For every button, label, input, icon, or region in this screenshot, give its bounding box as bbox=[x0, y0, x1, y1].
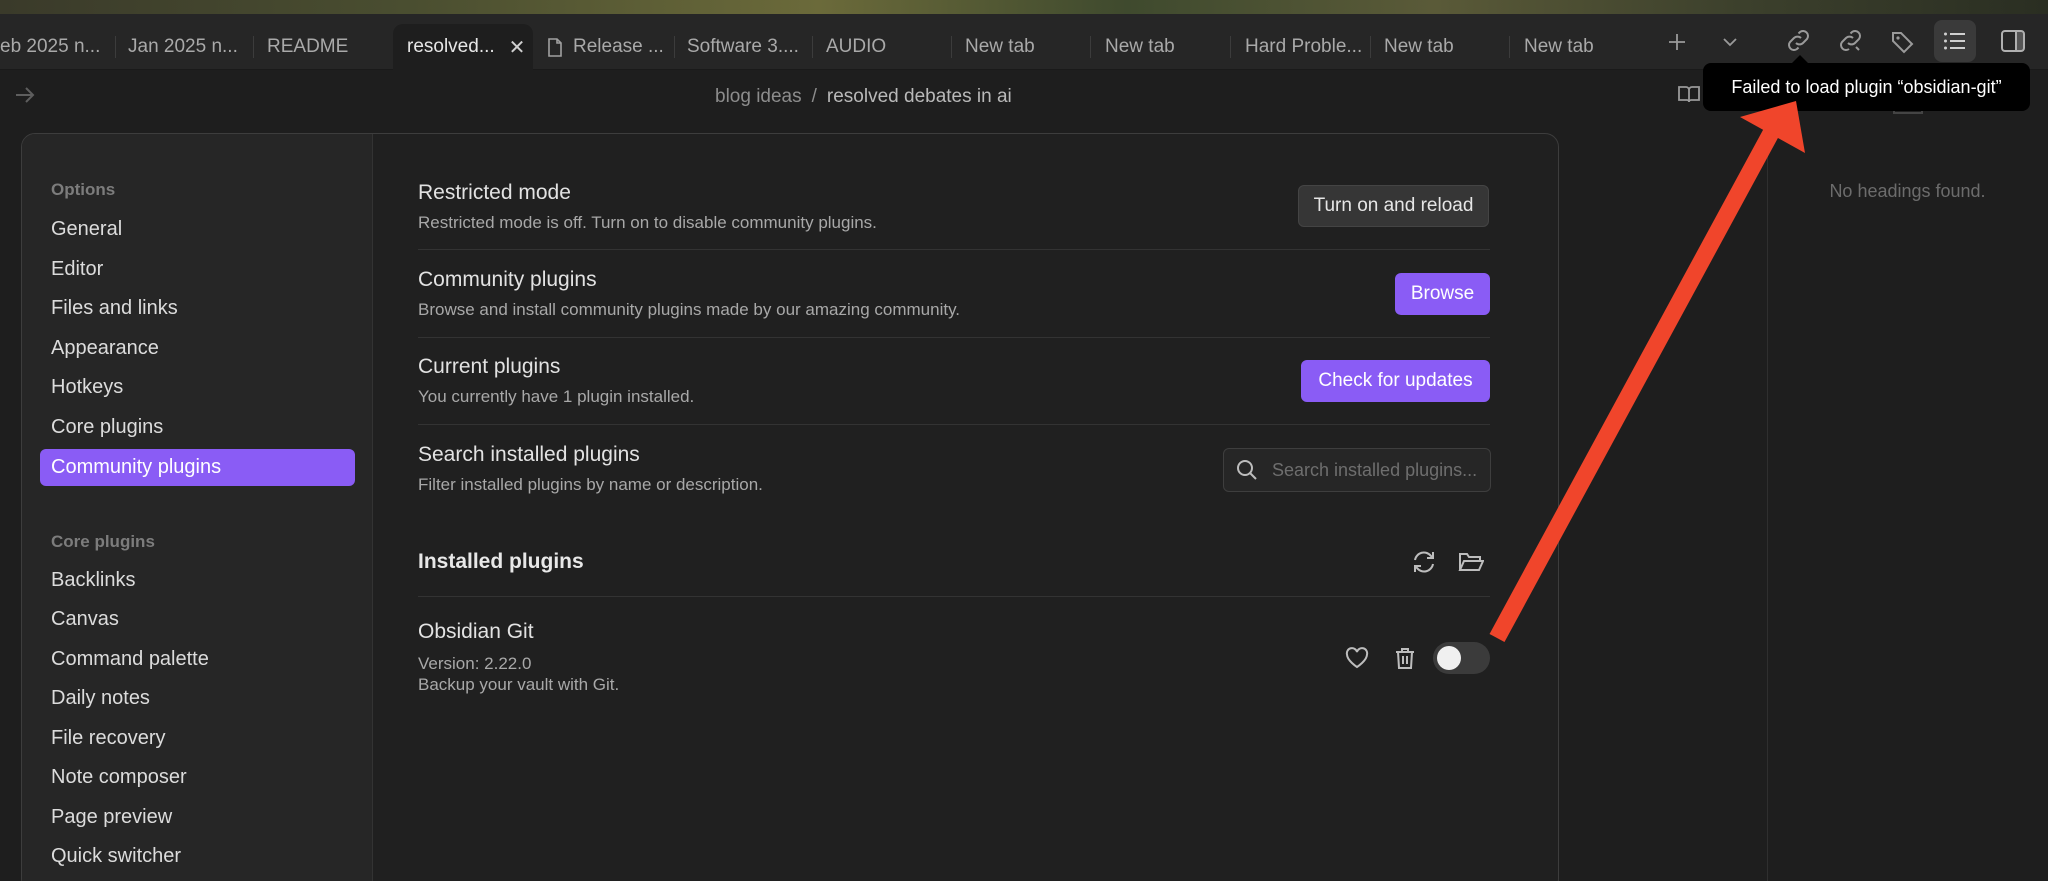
setting-name: Current plugins bbox=[418, 355, 561, 378]
tab-label: AUDIO bbox=[826, 36, 887, 57]
sidebar-item-hotkeys[interactable]: Hotkeys bbox=[40, 369, 355, 406]
tab-label: eb 2025 n... bbox=[0, 36, 101, 57]
tab-label: New tab bbox=[1524, 36, 1594, 57]
setting-community-plugins: Community plugins Browse and install com… bbox=[418, 267, 1490, 338]
tab-label: Software 3.... bbox=[687, 36, 799, 57]
sidebar-item-backlinks[interactable]: Backlinks bbox=[40, 562, 355, 599]
sidebar-toggle-icon[interactable] bbox=[1992, 20, 2034, 62]
setting-name: Community plugins bbox=[418, 268, 597, 291]
breadcrumb: blog ideas / resolved debates in ai bbox=[715, 86, 1012, 108]
tab-list-icon[interactable] bbox=[1710, 22, 1750, 62]
reload-plugins-icon[interactable] bbox=[1408, 546, 1440, 578]
sidebar-item-note-composer[interactable]: Note composer bbox=[40, 759, 355, 796]
outgoing-links-icon[interactable] bbox=[1830, 20, 1872, 62]
breadcrumb-folder[interactable]: blog ideas bbox=[715, 86, 802, 108]
check-for-updates-button[interactable]: Check for updates bbox=[1301, 360, 1490, 402]
tab[interactable]: New tab bbox=[1510, 24, 1650, 70]
error-tooltip: Failed to load plugin “obsidian-git” bbox=[1703, 55, 2030, 111]
tab[interactable]: eb 2025 n... bbox=[0, 24, 116, 70]
forward-arrow-icon[interactable] bbox=[14, 84, 36, 110]
setting-description: Filter installed plugins by name or desc… bbox=[418, 475, 763, 494]
tab[interactable]: README bbox=[253, 24, 393, 70]
trash-icon[interactable] bbox=[1389, 642, 1421, 674]
sidebar-item-command-palette[interactable]: Command palette bbox=[40, 641, 355, 678]
tab-label: README bbox=[267, 36, 349, 57]
tags-icon[interactable] bbox=[1882, 20, 1924, 62]
tab-label: New tab bbox=[1384, 36, 1454, 57]
sidebar-item-page-preview[interactable]: Page preview bbox=[40, 799, 355, 836]
tab[interactable]: Jan 2025 n... bbox=[114, 24, 254, 70]
tab[interactable]: Hard Proble... bbox=[1231, 24, 1371, 70]
installed-plugins-heading: Installed plugins bbox=[418, 550, 584, 573]
search-icon bbox=[1236, 459, 1258, 486]
breadcrumb-current[interactable]: resolved debates in ai bbox=[827, 86, 1012, 108]
setting-name: Restricted mode bbox=[418, 181, 571, 204]
outline-empty-text: No headings found. bbox=[1829, 181, 1986, 201]
installed-divider bbox=[418, 596, 1490, 597]
tab-label: New tab bbox=[965, 36, 1035, 57]
sidebar-item-core-plugins[interactable]: Core plugins bbox=[40, 409, 355, 446]
search-installed-plugins-input[interactable] bbox=[1272, 449, 1484, 491]
outline-pane bbox=[1767, 126, 2048, 881]
sidebar-item-editor[interactable]: Editor bbox=[40, 251, 355, 288]
core-plugins-heading: Core plugins bbox=[51, 532, 155, 551]
setting-description: Browse and install community plugins mad… bbox=[418, 300, 961, 319]
tab[interactable]: New tab bbox=[1370, 24, 1510, 70]
turn-on-and-reload-button[interactable]: Turn on and reload bbox=[1298, 185, 1489, 227]
tab-active[interactable]: resolved... ✕ bbox=[393, 24, 533, 70]
sidebar-item-community-plugins[interactable]: Community plugins bbox=[40, 449, 355, 486]
tab[interactable]: AUDIO bbox=[812, 24, 952, 70]
tab[interactable]: Software 3.... bbox=[673, 24, 813, 70]
sidebar-item-general[interactable]: General bbox=[40, 211, 355, 248]
document-icon bbox=[547, 37, 563, 57]
plugin-name: Obsidian Git bbox=[418, 620, 534, 643]
plugin-version: Version: 2.22.0 bbox=[418, 654, 532, 673]
sidebar-item-file-recovery[interactable]: File recovery bbox=[40, 720, 355, 757]
outline-icon[interactable] bbox=[1934, 20, 1976, 62]
tab-label: New tab bbox=[1105, 36, 1175, 57]
options-heading: Options bbox=[51, 180, 116, 199]
desktop-wallpaper-strip bbox=[0, 0, 2048, 14]
toggle-knob bbox=[1437, 646, 1461, 670]
open-plugins-folder-icon[interactable] bbox=[1455, 546, 1487, 578]
setting-name: Search installed plugins bbox=[418, 443, 640, 466]
search-installed-plugins-box bbox=[1223, 448, 1491, 492]
sidebar-item-daily-notes[interactable]: Daily notes bbox=[40, 680, 355, 717]
close-tab-icon[interactable]: ✕ bbox=[509, 35, 526, 60]
sidebar-item-appearance[interactable]: Appearance bbox=[40, 330, 355, 367]
sidebar-item-files-and-links[interactable]: Files and links bbox=[40, 290, 355, 327]
browse-button[interactable]: Browse bbox=[1395, 273, 1490, 315]
sidebar-item-quick-switcher[interactable]: Quick switcher bbox=[40, 838, 355, 875]
sidebar-item-canvas[interactable]: Canvas bbox=[40, 601, 355, 638]
heart-icon[interactable] bbox=[1341, 642, 1373, 674]
tab-label: Jan 2025 n... bbox=[128, 36, 238, 57]
tab-label: Release ... bbox=[573, 36, 664, 57]
tab-label: Hard Proble... bbox=[1245, 36, 1363, 57]
setting-description: You currently have 1 plugin installed. bbox=[418, 387, 695, 406]
plugin-enable-toggle[interactable] bbox=[1433, 642, 1490, 674]
plugin-description: Backup your vault with Git. bbox=[418, 675, 620, 694]
tab[interactable]: New tab bbox=[1091, 24, 1231, 70]
reading-view-icon[interactable] bbox=[1677, 84, 1701, 109]
tab-label: resolved... bbox=[407, 36, 495, 57]
setting-description: Restricted mode is off. Turn on to disab… bbox=[418, 213, 877, 232]
tab[interactable]: New tab bbox=[951, 24, 1091, 70]
breadcrumb-separator: / bbox=[811, 86, 817, 107]
tab[interactable]: Release ... bbox=[533, 24, 675, 70]
new-tab-icon[interactable] bbox=[1657, 22, 1697, 62]
settings-sidebar: Options General Editor Files and links A… bbox=[22, 134, 373, 881]
